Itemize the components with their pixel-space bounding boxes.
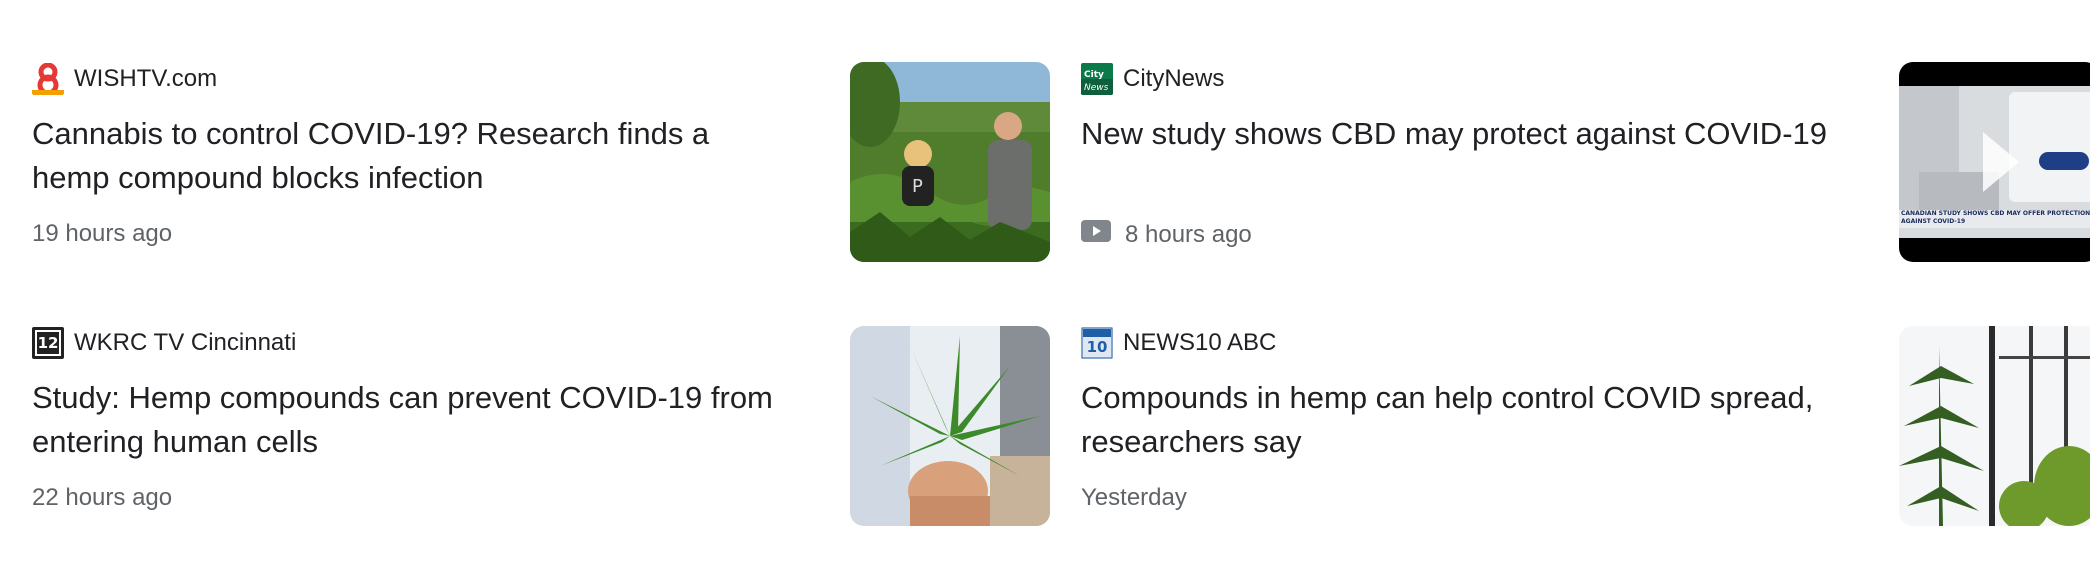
news-timestamp: Yesterday xyxy=(1081,484,1187,511)
news-card[interactable]: WISHTV.com Cannabis to control COVID-19?… xyxy=(32,62,1050,262)
local12-logo-icon: 12 xyxy=(32,327,64,359)
news10-abc-logo-icon: 10 xyxy=(1081,327,1113,359)
news-source: City News CityNews xyxy=(1081,62,1224,96)
source-name: WKRC TV Cincinnati xyxy=(74,329,297,356)
news-timestamp: 19 hours ago xyxy=(32,220,173,247)
news-card[interactable]: 12 WKRC TV Cincinnati Study: Hemp compou… xyxy=(32,326,1050,526)
svg-text:P: P xyxy=(912,176,923,197)
news-meta: 22 hours ago xyxy=(32,484,172,512)
citynews-logo-icon: City News xyxy=(1081,63,1113,95)
news-meta: 19 hours ago xyxy=(32,220,172,248)
video-icon xyxy=(1081,220,1111,249)
news-headline-link[interactable]: New study shows CBD may protect against … xyxy=(1081,112,1841,156)
svg-text:City: City xyxy=(1084,70,1104,80)
hand-holding-hemp-leaf-thumbnail[interactable] xyxy=(850,326,1050,526)
source-name: WISHTV.com xyxy=(74,65,218,92)
thumbnail-caption: CANADIAN STUDY SHOWS CBD MAY OFFER PROTE… xyxy=(1901,210,2090,225)
source-name: CityNews xyxy=(1123,65,1225,92)
researchers-in-hemp-field-thumbnail[interactable]: P xyxy=(850,62,1050,262)
news-meta: 8 hours ago xyxy=(1081,220,1252,249)
hemp-plants-greenhouse-thumbnail[interactable] xyxy=(1899,326,2090,526)
news-card[interactable]: 10 NEWS10 ABC Compounds in hemp can help… xyxy=(1081,326,2090,526)
wishtv-8-logo-icon xyxy=(32,63,64,95)
news-card[interactable]: City News CityNews New study shows CBD m… xyxy=(1081,62,2090,262)
news-source: WISHTV.com xyxy=(32,62,217,96)
news-timestamp: 22 hours ago xyxy=(32,484,173,511)
logo-text: 12 xyxy=(37,334,59,352)
source-name: NEWS10 ABC xyxy=(1123,329,1277,356)
svg-text:News: News xyxy=(1084,83,1109,93)
news-timestamp: 8 hours ago xyxy=(1125,220,1252,248)
news-meta: Yesterday xyxy=(1081,484,1187,512)
news-results-grid: WISHTV.com Cannabis to control COVID-19?… xyxy=(0,0,2090,566)
news-headline-link[interactable]: Compounds in hemp can help control COVID… xyxy=(1081,376,1841,464)
lab-equipment-video-thumbnail[interactable]: CANADIAN STUDY SHOWS CBD MAY OFFER PROTE… xyxy=(1899,62,2090,262)
logo-text: 10 xyxy=(1086,338,1108,356)
news-headline-link[interactable]: Study: Hemp compounds can prevent COVID-… xyxy=(32,376,792,464)
news-headline-link[interactable]: Cannabis to control COVID-19? Research f… xyxy=(32,112,792,200)
news-source: 12 WKRC TV Cincinnati xyxy=(32,326,296,360)
news-source: 10 NEWS10 ABC xyxy=(1081,326,1276,360)
